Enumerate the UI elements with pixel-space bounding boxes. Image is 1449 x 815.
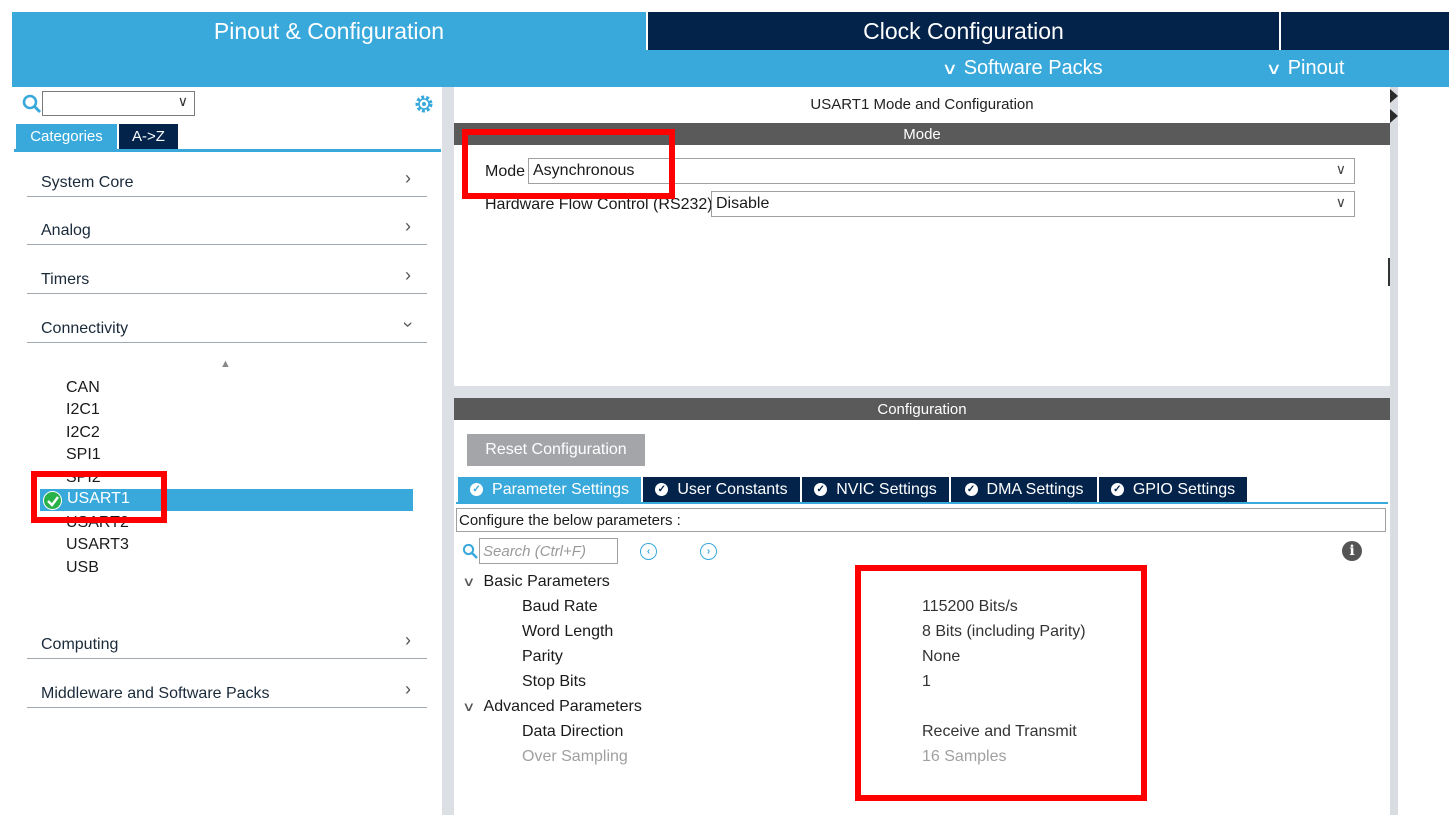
chevron-right-icon: › <box>405 216 411 236</box>
advanced-parameters-group[interactable]: ∨ Advanced Parameters <box>462 698 642 716</box>
tab-pinout-configuration[interactable]: Pinout & Configuration <box>12 12 646 50</box>
highlight-box-parameters <box>855 565 1147 801</box>
check-circle-icon: ✓ <box>655 483 669 496</box>
param-word-length-name[interactable]: Word Length <box>522 623 613 641</box>
tab-underline <box>14 149 441 152</box>
search-combobox[interactable]: ∨ <box>42 91 195 116</box>
software-packs-label: Software Packs <box>963 57 1103 79</box>
search-icon[interactable] <box>22 94 42 114</box>
tab-categories[interactable]: Categories <box>16 124 117 149</box>
tab-a-z[interactable]: A->Z <box>119 124 178 149</box>
parameter-search-input[interactable]: Search (Ctrl+F) <box>479 538 618 564</box>
chevron-down-icon: ∨ <box>941 60 959 78</box>
param-stop-bits-name[interactable]: Stop Bits <box>522 673 586 691</box>
chevron-right-icon: › <box>405 630 411 650</box>
category-label: System Core <box>41 174 134 191</box>
chevron-down-icon: › <box>398 321 419 328</box>
category-connectivity[interactable]: Connectivity › <box>27 307 427 343</box>
hw-flow-control-value: Disable <box>716 195 770 212</box>
section-splitter[interactable] <box>454 386 1390 398</box>
category-label: Middleware and Software Packs <box>41 685 270 702</box>
search-icon[interactable] <box>462 543 478 559</box>
software-packs-menu[interactable]: ∨ Software Packs <box>941 50 1103 87</box>
peripheral-can[interactable]: CAN <box>66 379 100 397</box>
category-label: Computing <box>41 636 119 653</box>
chevron-down-icon: ∨ <box>1265 60 1283 78</box>
basic-parameters-group[interactable]: ∨ Basic Parameters <box>462 573 610 591</box>
sub-toolbar: ∨ Software Packs ∨ Pinout <box>12 50 1449 87</box>
tab-nvic-settings[interactable]: ✓ NVIC Settings <box>802 477 949 502</box>
tab-dma-settings[interactable]: ✓ DMA Settings <box>951 477 1097 502</box>
chevron-down-icon: ∨ <box>177 93 188 109</box>
tab-clock-configuration[interactable]: Clock Configuration <box>648 12 1279 50</box>
panel-title: USART1 Mode and Configuration <box>810 96 1034 113</box>
peripheral-spi1[interactable]: SPI1 <box>66 446 101 464</box>
chevron-down-icon: ∨ <box>1335 161 1346 177</box>
hw-flow-control-select[interactable]: Disable ∨ <box>711 191 1355 217</box>
gear-icon[interactable] <box>413 93 435 115</box>
peripheral-usb[interactable]: USB <box>66 559 99 577</box>
category-label: Connectivity <box>41 320 129 337</box>
pinout-label: Pinout <box>1287 57 1345 79</box>
highlight-box-usart1 <box>31 471 167 523</box>
tab-user-constants[interactable]: ✓ User Constants <box>643 477 800 502</box>
pinout-menu[interactable]: ∨ Pinout <box>1265 50 1345 87</box>
check-circle-icon: ✓ <box>1110 483 1124 496</box>
vertical-scrollbar[interactable] <box>1390 87 1398 815</box>
param-over-sampling-name: Over Sampling <box>522 748 628 765</box>
peripheral-usart3[interactable]: USART3 <box>66 536 129 554</box>
highlight-box-mode <box>462 129 675 199</box>
tab-label: User Constants <box>677 480 788 498</box>
tab-parameter-settings[interactable]: ✓ Parameter Settings <box>458 477 641 502</box>
panel-splitter[interactable] <box>442 87 454 815</box>
search-next-icon[interactable]: › <box>700 543 717 560</box>
category-analog[interactable]: Analog › <box>27 209 427 245</box>
param-baud-rate-name[interactable]: Baud Rate <box>522 598 598 616</box>
check-circle-icon: ✓ <box>964 483 978 496</box>
tab-label: NVIC Settings <box>836 480 937 498</box>
tab-underline <box>456 502 1388 504</box>
scroll-arrow-icon[interactable] <box>1390 89 1398 103</box>
scroll-up-icon[interactable]: ▲ <box>220 358 231 370</box>
tab-label: Parameter Settings <box>492 480 629 498</box>
category-timers[interactable]: Timers › <box>27 258 427 294</box>
tab-label: DMA Settings <box>986 480 1084 498</box>
configuration-section-header: Configuration <box>454 398 1390 420</box>
group-label: Basic Parameters <box>483 573 610 590</box>
check-circle-icon: ✓ <box>470 483 484 496</box>
configure-parameters-caption: Configure the below parameters : <box>456 508 1386 532</box>
param-data-direction-name[interactable]: Data Direction <box>522 723 623 741</box>
scroll-arrow-icon[interactable] <box>1390 109 1398 123</box>
tab-gpio-settings[interactable]: ✓ GPIO Settings <box>1099 477 1247 502</box>
chevron-right-icon: › <box>405 679 411 699</box>
category-computing[interactable]: Computing › <box>27 623 427 659</box>
top-tab-bar: Pinout & Configuration Clock Configurati… <box>12 12 1449 50</box>
chevron-down-icon: ∨ <box>462 574 476 589</box>
tab-project-manager[interactable] <box>1281 12 1449 50</box>
reset-configuration-button[interactable]: Reset Configuration <box>467 434 645 466</box>
info-icon[interactable]: i <box>1342 541 1362 561</box>
category-label: Timers <box>41 271 90 288</box>
peripheral-i2c1[interactable]: I2C1 <box>66 401 100 419</box>
tab-label: GPIO Settings <box>1132 480 1236 498</box>
chevron-right-icon: › <box>405 168 411 188</box>
chevron-down-icon: ∨ <box>1335 194 1346 210</box>
search-previous-icon[interactable]: ‹ <box>640 543 657 560</box>
peripheral-i2c2[interactable]: I2C2 <box>66 424 100 442</box>
group-label: Advanced Parameters <box>483 698 642 715</box>
category-middleware[interactable]: Middleware and Software Packs › <box>27 672 427 708</box>
param-parity-name[interactable]: Parity <box>522 648 563 666</box>
scroll-thumb[interactable] <box>1388 258 1390 286</box>
chevron-right-icon: › <box>405 265 411 285</box>
category-label: Analog <box>41 222 91 239</box>
check-circle-icon: ✓ <box>814 483 828 496</box>
chevron-down-icon: ∨ <box>462 699 476 714</box>
category-system-core[interactable]: System Core › <box>27 161 427 197</box>
